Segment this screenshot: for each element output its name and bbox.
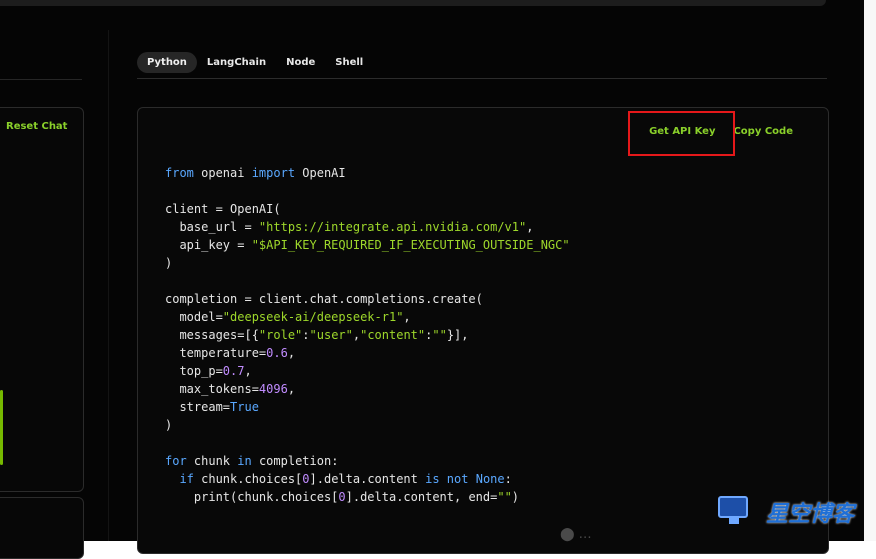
code-line: messages=[{"role":"user","content":""}], — [165, 328, 469, 342]
code-line: completion = client.chat.completions.cre… — [165, 292, 483, 306]
watermark-faint-text: ⬤ … — [560, 527, 592, 542]
code-line: ) — [165, 418, 173, 432]
tab-shell[interactable]: Shell — [325, 52, 373, 73]
code-line: print(chunk.choices[0].delta.content, en… — [165, 490, 520, 504]
code-line: base_url = "https://integrate.api.nvidia… — [165, 220, 534, 234]
page-edge — [864, 0, 876, 541]
reset-chat-button[interactable]: Reset Chat — [6, 121, 67, 132]
tabs-divider — [137, 78, 827, 79]
code-line: from openai import OpenAI — [165, 166, 346, 180]
code-language-tabs: Python LangChain Node Shell — [137, 52, 373, 73]
tab-langchain[interactable]: LangChain — [197, 52, 276, 73]
code-line: model="deepseek-ai/deepseek-r1", — [165, 310, 411, 324]
chat-accent-bar — [0, 390, 3, 465]
left-divider — [0, 79, 82, 80]
chat-input-panel — [0, 497, 84, 559]
code-line: if chunk.choices[0].delta.content is not… — [179, 472, 512, 486]
code-line: api_key = "$API_KEY_REQUIRED_IF_EXECUTIN… — [165, 238, 570, 252]
code-line: temperature=0.6, — [165, 346, 296, 360]
code-line: client = OpenAI( — [165, 202, 281, 216]
code-line: ) — [165, 256, 173, 270]
top-bar — [0, 0, 826, 6]
watermark-logo: 星空博客 — [766, 502, 855, 527]
copy-code-button[interactable]: Copy Code — [733, 126, 793, 137]
app-window: Reset Chat Python LangChain Node Shell G… — [0, 0, 864, 559]
code-line: stream=True — [165, 400, 259, 414]
code-line: top_p=0.7, — [165, 364, 252, 378]
code-block: from openai import OpenAI client = OpenA… — [165, 164, 570, 506]
monitor-logo-icon — [718, 496, 748, 524]
chat-panel — [0, 107, 84, 492]
highlight-annotation — [628, 111, 735, 156]
panel-separator — [108, 30, 109, 541]
tab-python[interactable]: Python — [137, 52, 197, 73]
tab-node[interactable]: Node — [276, 52, 325, 73]
code-line: for chunk in completion: — [165, 454, 339, 468]
code-line: max_tokens=4096, — [165, 382, 296, 396]
